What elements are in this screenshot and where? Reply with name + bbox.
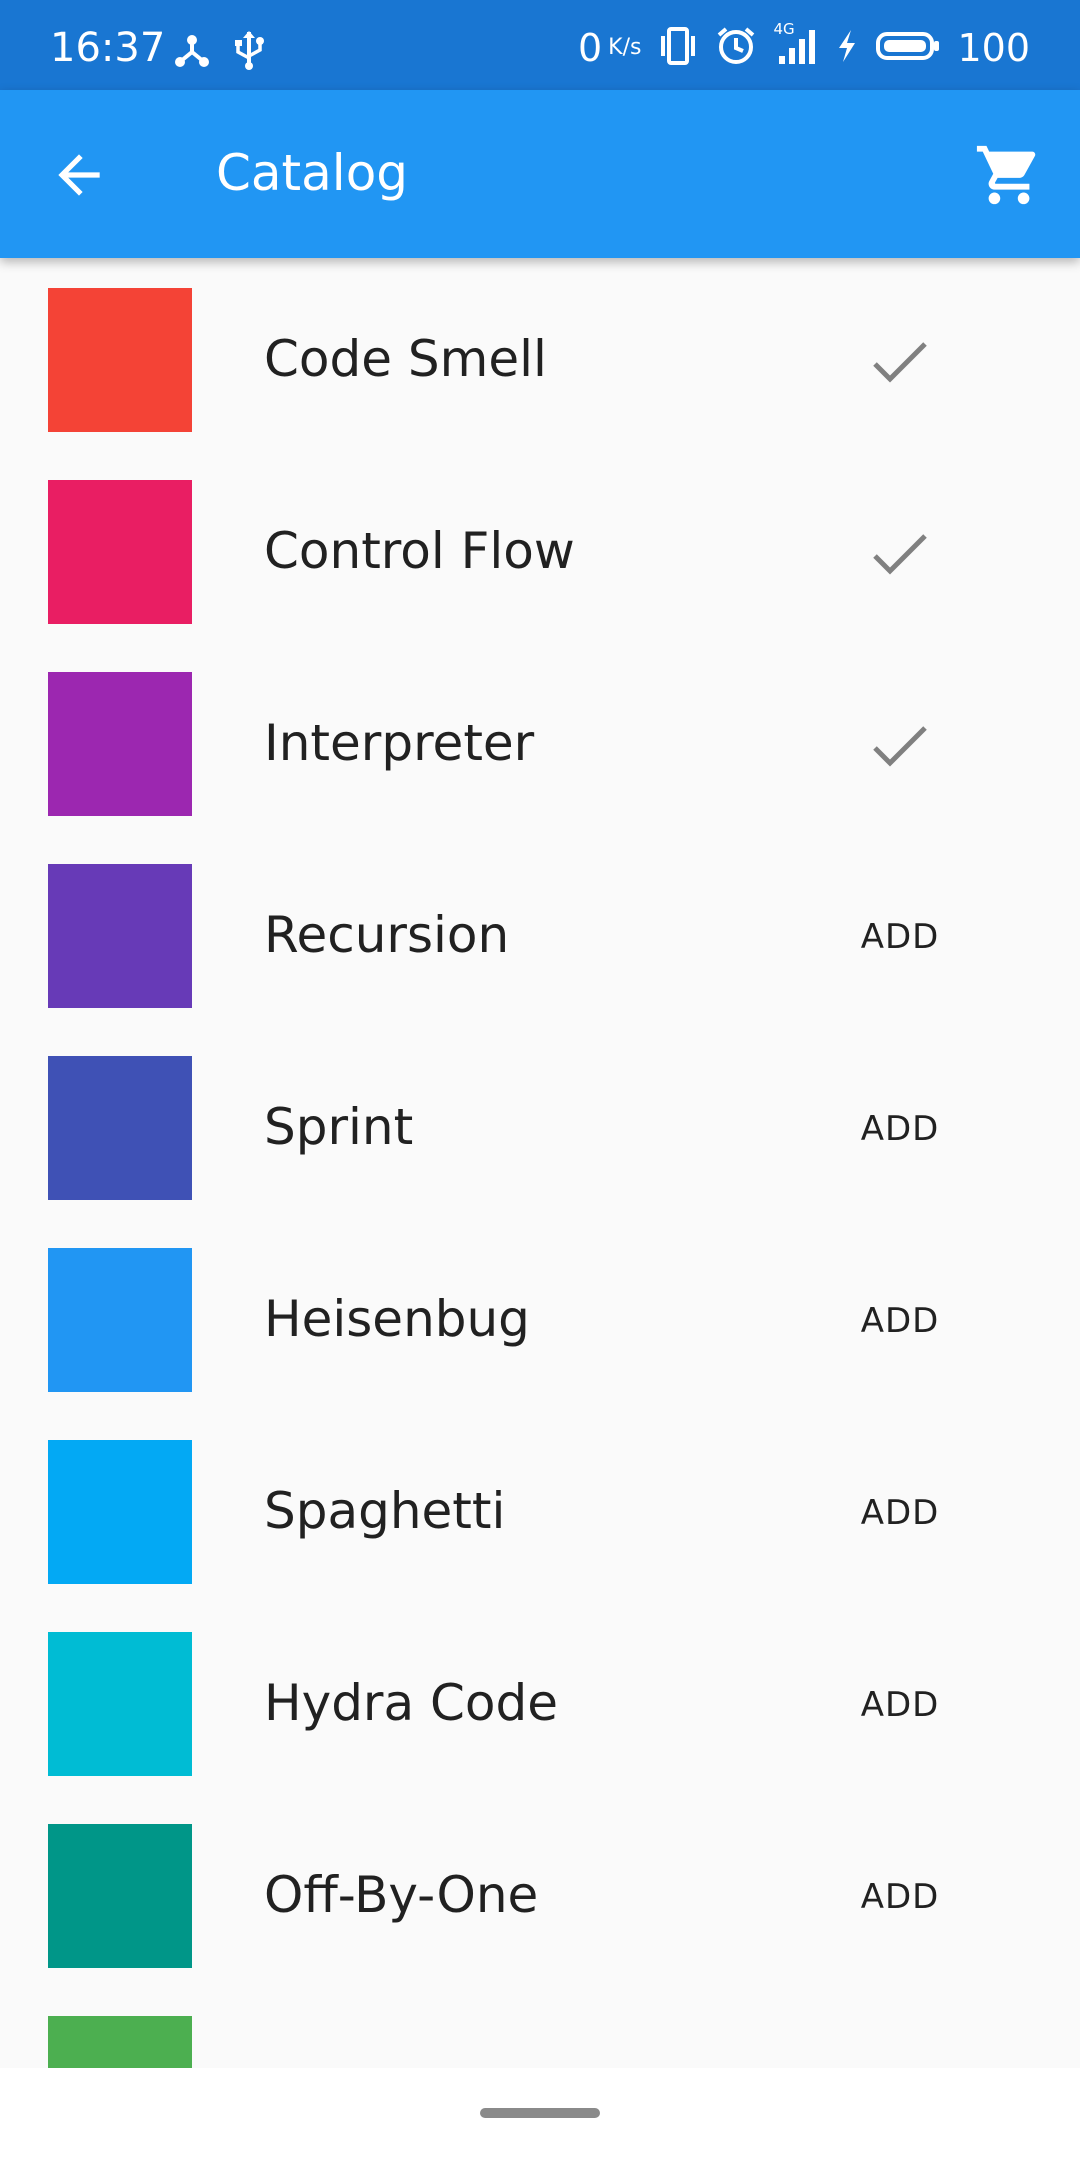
list-item[interactable]: Sprint ADD bbox=[0, 996, 1080, 1200]
check-icon bbox=[873, 342, 927, 383]
check-icon bbox=[873, 726, 927, 767]
shopping-cart-icon[interactable] bbox=[974, 140, 1044, 210]
item-name: Spaghetti bbox=[264, 1482, 506, 1540]
color-swatch bbox=[48, 288, 192, 432]
list-item[interactable]: Recursion ADD bbox=[0, 804, 1080, 1008]
item-name: Control Flow bbox=[264, 522, 575, 580]
status-right-icons: 0 K/s 4G 100 bbox=[577, 22, 1030, 70]
color-swatch bbox=[48, 1440, 192, 1584]
charging-icon bbox=[835, 26, 859, 70]
arrow-back-icon[interactable] bbox=[48, 144, 110, 206]
add-button[interactable]: ADD bbox=[836, 1872, 964, 1922]
color-swatch bbox=[48, 864, 192, 1008]
color-swatch bbox=[48, 672, 192, 816]
add-button[interactable]: ADD bbox=[836, 1488, 964, 1538]
status-left-icons bbox=[172, 30, 264, 74]
hub-icon bbox=[172, 30, 212, 74]
list-item[interactable]: Heisenbug ADD bbox=[0, 1188, 1080, 1392]
net-speed-unit: K/s bbox=[608, 35, 642, 60]
item-name: Hydra Code bbox=[264, 1674, 559, 1732]
list-item[interactable] bbox=[0, 1956, 1080, 2068]
network-type-label: 4G bbox=[773, 20, 795, 38]
item-name: Heisenbug bbox=[264, 1290, 530, 1348]
add-button[interactable]: ADD bbox=[836, 1680, 964, 1730]
add-button[interactable]: ADD bbox=[836, 912, 964, 962]
add-button[interactable]: ADD bbox=[836, 1104, 964, 1154]
color-swatch bbox=[48, 2016, 192, 2068]
item-name: Sprint bbox=[264, 1098, 414, 1156]
list-item[interactable]: Hydra Code ADD bbox=[0, 1572, 1080, 1776]
list-item[interactable]: Interpreter bbox=[0, 612, 1080, 816]
item-name: Recursion bbox=[264, 906, 510, 964]
color-swatch bbox=[48, 480, 192, 624]
alarm-icon bbox=[715, 26, 757, 70]
add-button[interactable]: ADD bbox=[836, 1296, 964, 1346]
battery-level: 100 bbox=[957, 26, 1030, 70]
home-gesture-handle[interactable] bbox=[480, 2108, 600, 2118]
status-time: 16:37 bbox=[50, 25, 166, 71]
check-icon bbox=[873, 534, 927, 575]
usb-icon bbox=[234, 30, 264, 74]
catalog-list[interactable]: Code Smell Control Flow Interpreter Recursi… bbox=[0, 258, 1080, 2068]
list-item[interactable]: Spaghetti ADD bbox=[0, 1380, 1080, 1584]
net-speed-value: 0 bbox=[577, 26, 603, 70]
color-swatch bbox=[48, 1056, 192, 1200]
color-swatch bbox=[48, 1824, 192, 1968]
vibrate-icon bbox=[657, 26, 699, 70]
color-swatch bbox=[48, 1248, 192, 1392]
list-item[interactable]: Code Smell bbox=[0, 258, 1080, 432]
system-nav-bar bbox=[0, 2068, 1080, 2160]
battery-icon bbox=[875, 26, 941, 70]
app-bar: Catalog bbox=[0, 90, 1080, 258]
page-title: Catalog bbox=[216, 144, 409, 202]
status-bar: 16:37 0 K/s 4G 100 bbox=[0, 0, 1080, 90]
item-name: Interpreter bbox=[264, 714, 535, 772]
list-item[interactable]: Control Flow bbox=[0, 420, 1080, 624]
item-name: Code Smell bbox=[264, 330, 547, 388]
list-item[interactable]: Off-By-One ADD bbox=[0, 1764, 1080, 1968]
item-name: Off-By-One bbox=[264, 1866, 539, 1924]
signal-icon: 4G bbox=[773, 22, 819, 70]
color-swatch bbox=[48, 1632, 192, 1776]
